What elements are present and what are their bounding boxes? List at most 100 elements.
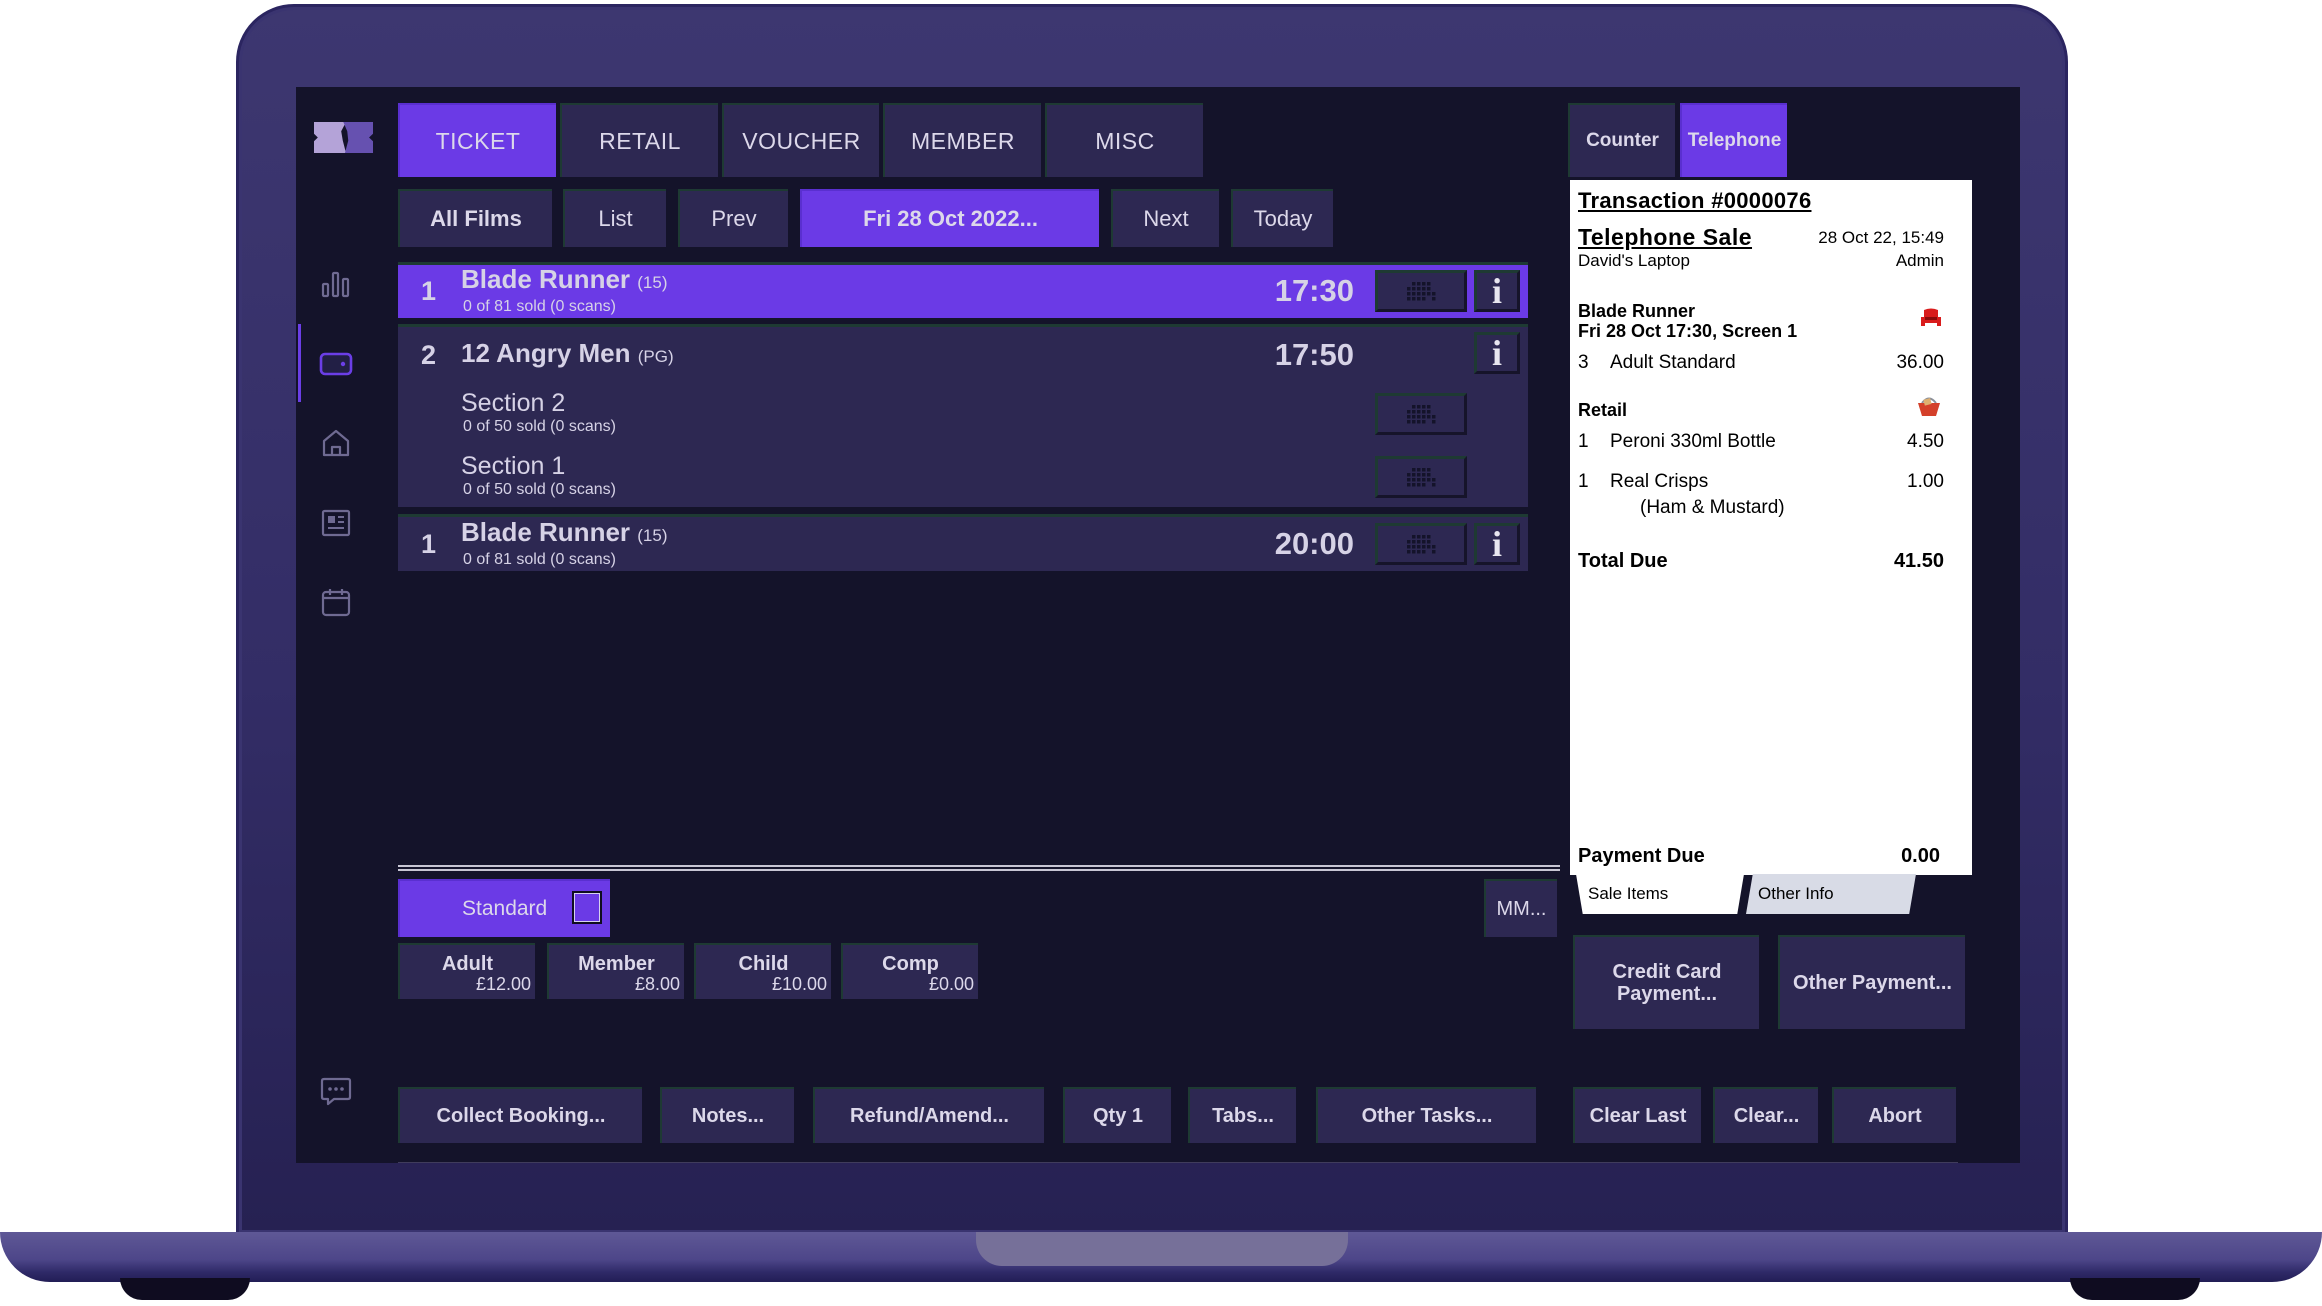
other-tasks-button[interactable]: Other Tasks...	[1316, 1087, 1536, 1143]
ticket-film-name: Blade Runner	[1578, 301, 1696, 321]
seat-plan-button[interactable]	[1375, 270, 1467, 312]
ticket-card-icon[interactable]	[318, 346, 354, 382]
price-comp-button[interactable]: Comp £0.00	[841, 943, 978, 999]
price-name: Comp	[882, 953, 939, 975]
tab-counter[interactable]: Counter	[1568, 103, 1675, 177]
prev-button[interactable]: Prev	[678, 189, 788, 247]
sale-type: Telephone Sale	[1578, 224, 1753, 250]
tab-retail[interactable]: RETAIL	[560, 103, 718, 177]
screen-number: 2	[421, 340, 437, 370]
quantity-button[interactable]: Qty 1	[1063, 1087, 1171, 1143]
info-button[interactable]: i	[1474, 332, 1520, 374]
receipt-panel: Transaction #0000076 Telephone Sale 28 O…	[1570, 180, 1972, 875]
price-member-button[interactable]: Member £8.00	[547, 943, 684, 999]
laptop-notch	[976, 1232, 1348, 1266]
ticket-showing: Fri 28 Oct 17:30, Screen 1	[1578, 321, 1798, 341]
line-qty: 3	[1578, 352, 1589, 373]
tab-ticket[interactable]: TICKET	[398, 103, 556, 177]
other-payment-button[interactable]: Other Payment...	[1778, 935, 1965, 1029]
price-name: Adult	[441, 953, 494, 975]
next-button[interactable]: Next	[1111, 189, 1219, 247]
line-qty: 1	[1578, 471, 1589, 492]
film-rating: (PG)	[637, 347, 674, 366]
film-title-text: Blade Runner	[461, 517, 631, 547]
film-title-text: Blade Runner	[461, 264, 631, 294]
seat-grid-icon	[1407, 535, 1436, 554]
notes-button[interactable]: Notes...	[660, 1087, 794, 1143]
film-title: Blade Runner (15)	[461, 517, 668, 548]
payment-due-amount: 0.00	[1901, 845, 1940, 867]
sold-count: 0 of 81 sold (0 scans)	[463, 551, 616, 568]
line-amount: 36.00	[1896, 352, 1944, 373]
tab-member[interactable]: MEMBER	[883, 103, 1041, 177]
date-picker-button[interactable]: Fri 28 Oct 2022...	[800, 189, 1099, 247]
divider	[398, 869, 1560, 871]
today-button[interactable]: Today	[1231, 189, 1333, 247]
price-name: Child	[738, 953, 789, 975]
sold-count: 0 of 81 sold (0 scans)	[463, 298, 616, 315]
info-button[interactable]: i	[1474, 523, 1520, 565]
price-value: £0.00	[928, 974, 974, 994]
tab-misc[interactable]: MISC	[1045, 103, 1203, 177]
showtime-time: 17:30	[1274, 273, 1354, 308]
home-icon[interactable]	[318, 425, 354, 461]
tab-telephone[interactable]: Telephone	[1680, 103, 1787, 177]
transaction-datetime: 28 Oct 22, 15:49	[1818, 228, 1944, 247]
all-films-button[interactable]: All Films	[398, 189, 552, 247]
refund-amend-button[interactable]: Refund/Amend...	[813, 1087, 1044, 1143]
seat-grid-icon	[1407, 282, 1436, 301]
price-name: Member	[578, 953, 655, 975]
total-due-amount: 41.50	[1893, 550, 1944, 572]
laptop-foot-left	[120, 1278, 250, 1300]
mm-button[interactable]: MM...	[1484, 879, 1557, 937]
price-adult-button[interactable]: Adult £12.00	[398, 943, 535, 999]
showtime-time: 17:50	[1274, 337, 1354, 372]
credit-card-payment-button[interactable]: Credit Card Payment...	[1573, 935, 1759, 1029]
seat-plan-button[interactable]	[1375, 523, 1467, 565]
logo-left-half	[314, 122, 346, 153]
tabs-button[interactable]: Tabs...	[1188, 1087, 1296, 1143]
seat-grid-icon	[1407, 405, 1436, 424]
tab-other-info[interactable]: Other Info	[1746, 874, 1916, 914]
divider	[398, 1162, 1958, 1163]
seat-type-label: Standard	[462, 897, 548, 920]
seat-grid-icon	[1407, 468, 1436, 487]
payment-due-label: Payment Due	[1578, 845, 1705, 867]
sold-count: 0 of 50 sold (0 scans)	[463, 481, 616, 498]
screen-number: 1	[421, 276, 437, 306]
button-label-line: Credit Card	[1612, 961, 1722, 983]
seat-plan-button[interactable]	[1375, 393, 1467, 435]
abort-button[interactable]: Abort	[1832, 1087, 1956, 1143]
newspaper-icon[interactable]	[318, 505, 354, 541]
retail-heading: Retail	[1578, 400, 1628, 420]
line-amount: 1.00	[1907, 471, 1944, 492]
clear-button[interactable]: Clear...	[1713, 1087, 1818, 1143]
divider	[398, 865, 1560, 867]
film-rating: (15)	[637, 273, 668, 292]
seat-icon	[1920, 308, 1942, 333]
line-description: Adult Standard	[1610, 352, 1736, 373]
list-button[interactable]: List	[563, 189, 666, 247]
laptop-foot-right	[2070, 1278, 2200, 1300]
tab-sale-items[interactable]: Sale Items	[1576, 874, 1744, 914]
total-due-label: Total Due	[1578, 550, 1668, 572]
chat-bubble-icon[interactable]	[318, 1074, 354, 1110]
tab-voucher[interactable]: VOUCHER	[722, 103, 879, 177]
info-button[interactable]: i	[1474, 270, 1520, 312]
price-value: £12.00	[475, 974, 531, 994]
film-rating: (15)	[637, 526, 668, 545]
seat-type-swatch-icon	[572, 891, 602, 924]
clear-last-button[interactable]: Clear Last	[1573, 1087, 1701, 1143]
price-value: £10.00	[771, 974, 827, 994]
collect-booking-button[interactable]: Collect Booking...	[398, 1087, 642, 1143]
shopping-basket-icon	[1916, 394, 1942, 423]
price-value: £8.00	[634, 974, 680, 994]
film-title: Blade Runner (15)	[461, 264, 668, 295]
sidebar-active-indicator	[298, 324, 301, 402]
seat-plan-button[interactable]	[1375, 456, 1467, 498]
bar-chart-icon[interactable]	[318, 266, 354, 302]
film-title: 12 Angry Men (PG)	[461, 338, 674, 369]
section-name: Section 1	[461, 452, 566, 480]
calendar-icon[interactable]	[318, 584, 354, 620]
price-child-button[interactable]: Child £10.00	[694, 943, 831, 999]
